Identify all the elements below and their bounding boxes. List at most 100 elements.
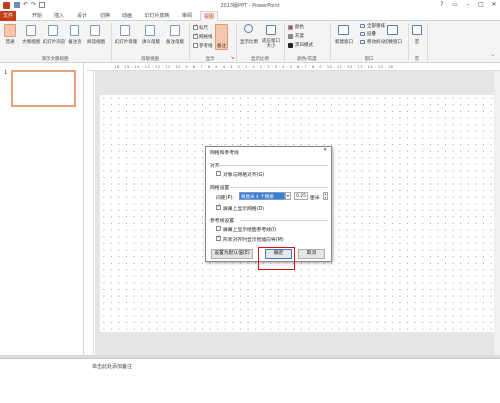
- highlight-box: [258, 247, 295, 270]
- cascade-button[interactable]: 层叠: [367, 31, 376, 37]
- cancel-button[interactable]: 取消: [298, 249, 325, 259]
- collapse-ribbon-icon[interactable]: ⌃: [490, 55, 496, 60]
- outline-view-button[interactable]: 大纲视图: [20, 39, 42, 45]
- cascade-icon: [360, 32, 365, 36]
- section-divider: [240, 220, 328, 221]
- section-divider: [230, 187, 328, 188]
- spacing-number-value: 0.25: [296, 194, 307, 199]
- snap-to-grid-label: 对象与网格对齐(G): [223, 173, 265, 178]
- show-guides-label: 屏幕上显示绘图参考线(I): [223, 228, 277, 233]
- macro-icon: [412, 25, 422, 35]
- window-title: 2013版PPT - PowerPoint: [220, 3, 280, 9]
- slide-thumbnail-pane: 1: [0, 63, 84, 358]
- title-bar: ↶ ↷ 2013版PPT - PowerPoint ? ▭ – □ ✕: [0, 0, 500, 11]
- help-button[interactable]: ?: [436, 1, 448, 9]
- chevron-down-icon[interactable]: ▾: [285, 192, 291, 200]
- group-color: 颜色/灰度: [297, 57, 317, 62]
- group-show: 显示: [205, 57, 215, 62]
- slide-master-icon: [120, 25, 130, 36]
- tab-transitions[interactable]: 切换: [98, 11, 112, 21]
- arrange-all-icon: [360, 24, 365, 28]
- fit-to-window-button[interactable]: 适应窗口大小: [262, 39, 280, 49]
- group-window: 窗口: [364, 57, 374, 62]
- align-section-label: 对齐: [210, 164, 220, 169]
- notes-page-button[interactable]: 备注页: [66, 39, 84, 45]
- spacing-number-input[interactable]: 0.25: [294, 192, 308, 200]
- slide-sorter-button[interactable]: 幻灯片浏览: [41, 39, 67, 45]
- close-button[interactable]: ✕: [488, 1, 500, 9]
- black-white-button[interactable]: 黑白模式: [295, 42, 313, 48]
- ribbon-display-button[interactable]: ▭: [449, 1, 461, 9]
- slide-master-button[interactable]: 幻灯片母版: [112, 39, 140, 45]
- minimize-button[interactable]: –: [462, 1, 474, 9]
- dialog-title: 网格和参考线: [210, 151, 239, 156]
- slide-thumbnail[interactable]: [11, 70, 76, 107]
- handout-master-button[interactable]: 讲义母版: [139, 39, 163, 45]
- section-divider: [220, 165, 328, 166]
- tab-view[interactable]: 视图: [200, 11, 218, 21]
- slide-number: 1: [4, 70, 8, 76]
- notes-pane[interactable]: 单击此处添加备注: [0, 358, 500, 403]
- tab-home[interactable]: 开始: [30, 11, 44, 21]
- dialog-launcher-icon[interactable]: ↘: [230, 56, 235, 61]
- guides-section-label: 参考线设置: [210, 219, 234, 224]
- handout-master-icon: [145, 25, 155, 36]
- group-master-views: 母版视图: [141, 57, 159, 62]
- switch-window-button[interactable]: 切换窗口: [380, 39, 406, 45]
- group-macros: 宏: [414, 57, 420, 62]
- tab-design[interactable]: 设计: [75, 11, 89, 21]
- notes-master-icon: [170, 25, 180, 36]
- slide-sorter-icon: [48, 25, 58, 36]
- macros-button[interactable]: 宏: [410, 39, 424, 45]
- new-window-icon: [338, 25, 349, 35]
- tab-insert[interactable]: 插入: [52, 11, 66, 21]
- grid-and-guides-dialog: 网格和参考线 ✕ 对齐 对象与网格对齐(G) 网格设置 间距(P): 每厘米 4…: [205, 146, 332, 262]
- spacing-unit-label: 厘米: [310, 196, 320, 201]
- horizontal-ruler: 16 · 15 · 14 · 13 · 12 · 11 · 10 · 9 · 8…: [86, 63, 500, 71]
- grayscale-button[interactable]: 灰度: [295, 33, 304, 39]
- grid-section-label: 网格设置: [210, 186, 230, 191]
- gridlines-checkbox[interactable]: [193, 33, 198, 39]
- tab-review[interactable]: 审阅: [180, 11, 194, 21]
- show-grid-checkbox[interactable]: [216, 204, 221, 210]
- zoom-button[interactable]: 显示比例: [237, 39, 261, 45]
- guides-checkbox[interactable]: [193, 43, 198, 48]
- show-guides-checkbox[interactable]: [216, 226, 221, 231]
- color-swatch-icon: [288, 25, 293, 30]
- ruler-checkbox[interactable]: [193, 24, 198, 30]
- grayscale-swatch-icon: [288, 34, 293, 39]
- notes-placeholder: 单击此处添加备注: [92, 364, 133, 370]
- dialog-close-icon[interactable]: ✕: [323, 148, 327, 153]
- spacing-select-value: 每厘米 4 个网格: [241, 195, 274, 200]
- ruler-label: 标尺: [199, 26, 208, 31]
- ribbon-separator: [427, 23, 428, 61]
- vertical-scrollbar[interactable]: [494, 71, 500, 355]
- reading-view-icon: [90, 25, 100, 36]
- new-window-button[interactable]: 新建窗口: [331, 39, 357, 45]
- group-zoom: 显示比例: [251, 57, 269, 62]
- snap-to-grid-checkbox[interactable]: [216, 171, 221, 176]
- ribbon-tabs: 文件 开始 插入 设计 切换 动画 幻灯片放映 审阅 视图: [0, 11, 500, 21]
- arrange-all-button[interactable]: 全部重排: [367, 23, 385, 29]
- maximize-button[interactable]: □: [475, 1, 487, 9]
- smart-guides-checkbox[interactable]: [216, 235, 221, 241]
- bw-swatch-icon: [288, 43, 293, 48]
- color-button[interactable]: 颜色: [295, 24, 304, 30]
- switch-window-icon: [387, 25, 398, 35]
- reading-view-button[interactable]: 阅读视图: [84, 39, 108, 45]
- tab-file[interactable]: 文件: [0, 11, 16, 21]
- normal-view-button[interactable]: 普通: [0, 39, 20, 45]
- outline-view-icon: [26, 25, 36, 36]
- set-as-default-button[interactable]: 设置为默认值(E): [211, 249, 253, 259]
- ribbon-view: 普通 大纲视图 幻灯片浏览 备注页 阅读视图 演示文稿视图 幻灯片母版 讲义母版…: [0, 21, 500, 63]
- notes-page-icon: [70, 25, 79, 36]
- notes-button[interactable]: 备注: [214, 43, 229, 49]
- notes-master-button[interactable]: 备注母版: [163, 39, 187, 45]
- group-presentation-views: 演示文稿视图: [41, 57, 69, 62]
- tab-animations[interactable]: 动画: [120, 11, 134, 21]
- move-split-icon: [360, 40, 365, 44]
- spinner-icon[interactable]: ▴ ▾: [323, 192, 328, 200]
- tab-slideshow[interactable]: 幻灯片放映: [143, 11, 171, 21]
- spacing-select[interactable]: 每厘米 4 个网格: [239, 192, 285, 200]
- normal-view-icon: [4, 24, 16, 37]
